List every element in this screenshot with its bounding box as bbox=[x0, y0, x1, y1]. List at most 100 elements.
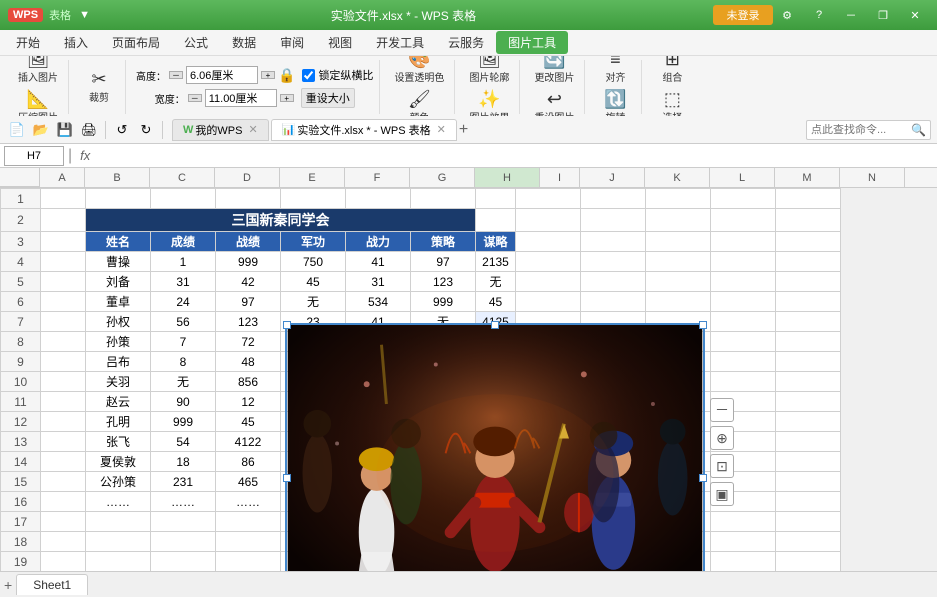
cell-I1[interactable] bbox=[516, 189, 581, 209]
color-btn[interactable]: 🖌 颜色 bbox=[399, 88, 439, 116]
change-picture-btn[interactable]: 🔄 更改图片 bbox=[530, 56, 578, 86]
formula-input[interactable] bbox=[98, 146, 933, 166]
cell-C1[interactable] bbox=[151, 189, 216, 209]
header-score[interactable]: 成绩 bbox=[151, 232, 216, 252]
cell-A2[interactable] bbox=[41, 209, 86, 232]
settings-button[interactable]: ⚙ bbox=[773, 5, 801, 25]
col-header-I[interactable]: I bbox=[540, 168, 580, 187]
cell-K1[interactable] bbox=[646, 189, 711, 209]
menu-cloud[interactable]: 云服务 bbox=[436, 31, 496, 54]
col-header-F[interactable]: F bbox=[345, 168, 410, 187]
resize-handle-ml[interactable] bbox=[283, 474, 291, 482]
header-military[interactable]: 军功 bbox=[281, 232, 346, 252]
minimize-button[interactable]: － bbox=[837, 5, 865, 25]
tab-my-wps-close[interactable]: ✕ bbox=[248, 123, 257, 136]
header-plan[interactable]: 谋略 bbox=[476, 232, 516, 252]
image-overlay[interactable] bbox=[285, 323, 705, 571]
col-header-D[interactable]: D bbox=[215, 168, 280, 187]
height-plus-btn[interactable]: + bbox=[261, 71, 275, 79]
cell-J2[interactable] bbox=[581, 209, 646, 232]
tab-file[interactable]: 📊 实验文件.xlsx * - WPS 表格 ✕ bbox=[271, 119, 457, 141]
help-button[interactable]: ? bbox=[805, 5, 833, 25]
col-header-M[interactable]: M bbox=[775, 168, 840, 187]
float-crop-btn[interactable]: ⊡ bbox=[710, 454, 734, 478]
col-header-L[interactable]: L bbox=[710, 168, 775, 187]
open-btn[interactable]: 📂 bbox=[30, 119, 52, 141]
col-header-J[interactable]: J bbox=[580, 168, 645, 187]
new-tab-btn[interactable]: + bbox=[459, 119, 468, 141]
cell-J1[interactable] bbox=[581, 189, 646, 209]
menu-developer[interactable]: 开发工具 bbox=[364, 31, 436, 54]
menu-view[interactable]: 视图 bbox=[316, 31, 364, 54]
menu-page-layout[interactable]: 页面布局 bbox=[100, 31, 172, 54]
reset-picture-btn[interactable]: ↩ 重设图片 bbox=[530, 88, 578, 116]
combine-btn[interactable]: ⊞ 组合 bbox=[652, 56, 692, 86]
width-minus-btn[interactable]: － bbox=[188, 94, 202, 102]
resize-handle-tl[interactable] bbox=[283, 321, 291, 329]
float-zoom-btn[interactable]: ⊕ bbox=[710, 426, 734, 450]
width-input[interactable] bbox=[205, 89, 277, 107]
float-frame-btn[interactable]: ▣ bbox=[710, 482, 734, 506]
cell-L1[interactable] bbox=[711, 189, 776, 209]
height-input[interactable] bbox=[186, 66, 258, 84]
menu-insert[interactable]: 插入 bbox=[52, 31, 100, 54]
width-plus-btn[interactable]: + bbox=[280, 94, 294, 102]
add-sheet-btn[interactable]: + bbox=[4, 577, 12, 593]
lock-ratio-checkbox[interactable] bbox=[302, 69, 315, 82]
col-header-A[interactable]: A bbox=[40, 168, 85, 187]
col-header-N[interactable]: N bbox=[840, 168, 905, 187]
cell-D1[interactable] bbox=[216, 189, 281, 209]
select-btn[interactable]: ⬚ 选择 bbox=[652, 88, 692, 116]
save-btn[interactable]: 💾 bbox=[54, 119, 76, 141]
menu-start[interactable]: 开始 bbox=[4, 31, 52, 54]
print-btn[interactable]: 🖨 bbox=[78, 119, 100, 141]
tab-my-wps[interactable]: W 我的WPS ✕ bbox=[172, 119, 269, 141]
search-box[interactable]: 🔍 bbox=[806, 120, 931, 140]
align-btn[interactable]: ≡ 对齐 bbox=[595, 56, 635, 86]
rotate-btn[interactable]: 🔃 旋转 bbox=[595, 88, 635, 116]
picture-effect-btn[interactable]: ✨ 图片效果 bbox=[465, 88, 513, 116]
header-strategy[interactable]: 策略 bbox=[411, 232, 476, 252]
title-cell[interactable]: 三国新秦同学会 bbox=[86, 209, 476, 232]
cell-I2[interactable] bbox=[516, 209, 581, 232]
cell-B1[interactable] bbox=[86, 189, 151, 209]
cell-A3[interactable] bbox=[41, 232, 86, 252]
cell-M3[interactable] bbox=[776, 232, 841, 252]
redo-btn[interactable]: ↻ bbox=[135, 119, 157, 141]
grid-wrapper[interactable]: 1 bbox=[0, 188, 937, 571]
fx-button[interactable]: fx bbox=[76, 148, 94, 163]
reset-size-btn[interactable]: 重设大小 bbox=[301, 88, 355, 108]
search-input[interactable] bbox=[811, 124, 911, 136]
picture-carousel-btn[interactable]: 🖼 图片轮廓 bbox=[465, 56, 513, 86]
cell-A1[interactable] bbox=[41, 189, 86, 209]
resize-handle-tr[interactable] bbox=[699, 321, 707, 329]
close-button[interactable]: ✕ bbox=[901, 5, 929, 25]
menu-review[interactable]: 审阅 bbox=[268, 31, 316, 54]
name-box[interactable] bbox=[4, 146, 64, 166]
compress-picture-btn[interactable]: 📐 压缩图片 bbox=[14, 88, 62, 116]
cell-G1[interactable] bbox=[411, 189, 476, 209]
float-minus-btn[interactable]: － bbox=[710, 398, 734, 422]
col-header-B[interactable]: B bbox=[85, 168, 150, 187]
height-minus-btn[interactable]: － bbox=[169, 71, 183, 79]
header-power[interactable]: 战力 bbox=[346, 232, 411, 252]
cell-K2[interactable] bbox=[646, 209, 711, 232]
cell-L2[interactable] bbox=[711, 209, 776, 232]
insert-picture-btn[interactable]: 🖼 插入图片 bbox=[14, 56, 62, 86]
header-battle[interactable]: 战绩 bbox=[216, 232, 281, 252]
resize-handle-mr[interactable] bbox=[699, 474, 707, 482]
col-header-G[interactable]: G bbox=[410, 168, 475, 187]
resize-handle-tc[interactable] bbox=[491, 321, 499, 329]
restore-button[interactable]: ❐ bbox=[869, 5, 897, 25]
set-transparent-btn[interactable]: 🎨 设置透明色 bbox=[390, 56, 448, 86]
menu-picture-tools[interactable]: 图片工具 bbox=[496, 31, 568, 54]
col-header-E[interactable]: E bbox=[280, 168, 345, 187]
col-header-C[interactable]: C bbox=[150, 168, 215, 187]
menu-formula[interactable]: 公式 bbox=[172, 31, 220, 54]
new-btn[interactable]: 📄 bbox=[6, 119, 28, 141]
cell-E1[interactable] bbox=[281, 189, 346, 209]
undo-btn[interactable]: ↺ bbox=[111, 119, 133, 141]
cell-F1[interactable] bbox=[346, 189, 411, 209]
col-header-H[interactable]: H bbox=[475, 168, 540, 187]
cell-J3[interactable] bbox=[581, 232, 646, 252]
